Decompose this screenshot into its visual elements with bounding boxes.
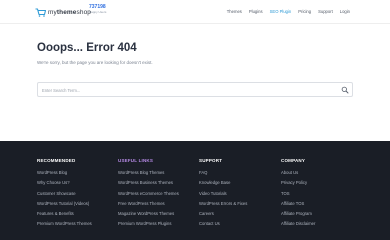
footer-link[interactable]: Magazine WordPress Themes <box>118 209 179 219</box>
footer-link[interactable]: Affiliate Disclaimer <box>281 219 315 229</box>
nav-support[interactable]: Support <box>318 9 333 14</box>
search-icon[interactable] <box>341 86 349 94</box>
nav-themes[interactable]: Themes <box>227 9 242 14</box>
happy-users-counter: 737198 Happy Users <box>89 5 106 14</box>
footer-link[interactable]: Contact Us <box>199 219 247 229</box>
footer-link[interactable]: Knowledge Base <box>199 178 247 188</box>
footer-link[interactable]: Premium WordPress Themes <box>37 219 92 229</box>
footer-column-recommended: RECOMMENDED WordPress Blog Why Choose Us… <box>37 158 92 230</box>
footer-link[interactable]: About Us <box>281 168 315 178</box>
footer-link[interactable]: Careers <box>199 209 247 219</box>
footer-column-company: COMPANY About Us Privacy Policy TOS Affi… <box>281 158 315 230</box>
page-subtitle: We're sorry, but the page you are lookin… <box>37 60 153 65</box>
site-footer: RECOMMENDED WordPress Blog Why Choose Us… <box>0 141 390 240</box>
footer-link[interactable]: Customer Showcase <box>37 189 92 199</box>
main-nav: Themes Plugins SEO Plugin Pricing Suppor… <box>227 9 350 14</box>
nav-plugins[interactable]: Plugins <box>249 9 263 14</box>
footer-link[interactable]: WordPress Errors & Fixes <box>199 199 247 209</box>
footer-link[interactable]: WordPress Business Themes <box>118 178 179 188</box>
footer-link[interactable]: Features & Benefits <box>37 209 92 219</box>
footer-link[interactable]: Premium WordPress Plugins <box>118 219 179 229</box>
footer-link[interactable]: Affiliate TOS <box>281 199 315 209</box>
footer-link[interactable]: WordPress Blog <box>37 168 92 178</box>
footer-link[interactable]: WordPress eCommerce Themes <box>118 189 179 199</box>
footer-link[interactable]: Privacy Policy <box>281 178 315 188</box>
nav-login[interactable]: Login <box>340 9 350 14</box>
footer-heading: USEFUL LINKS <box>118 158 154 163</box>
footer-column-support: SUPPORT FAQ Knowledge Base Video Tutoria… <box>199 158 247 230</box>
search-box <box>37 82 353 97</box>
footer-link[interactable]: FAQ <box>199 168 247 178</box>
happy-users-label: Happy Users <box>89 10 107 14</box>
footer-column-useful-links: USEFUL LINKS WordPress Blog Themes WordP… <box>118 158 179 230</box>
footer-heading: SUPPORT <box>199 158 223 163</box>
logo-text: mythemeshop <box>48 8 92 16</box>
site-logo[interactable]: mythemeshop <box>35 6 91 18</box>
footer-heading: COMPANY <box>281 158 306 163</box>
footer-link[interactable]: Affiliate Program <box>281 209 315 219</box>
footer-link[interactable]: WordPress Blog Themes <box>118 168 179 178</box>
search-input[interactable] <box>42 86 332 94</box>
footer-link[interactable]: Why Choose Us? <box>37 178 92 188</box>
nav-pricing[interactable]: Pricing <box>298 9 311 14</box>
footer-heading: RECOMMENDED <box>37 158 76 163</box>
footer-link[interactable]: TOS <box>281 189 315 199</box>
footer-link[interactable]: Video Tutorials <box>199 189 247 199</box>
footer-link[interactable]: Free WordPress Themes <box>118 199 179 209</box>
footer-link[interactable]: WordPress Tutorial (Videos) <box>37 199 92 209</box>
page-title: Ooops... Error 404 <box>37 42 137 54</box>
nav-seo-plugin[interactable]: SEO Plugin <box>270 9 292 14</box>
page: mythemeshop 737198 Happy Users Themes Pl… <box>0 0 390 240</box>
site-header: mythemeshop 737198 Happy Users Themes Pl… <box>0 0 390 24</box>
shopping-cart-icon <box>35 7 46 17</box>
